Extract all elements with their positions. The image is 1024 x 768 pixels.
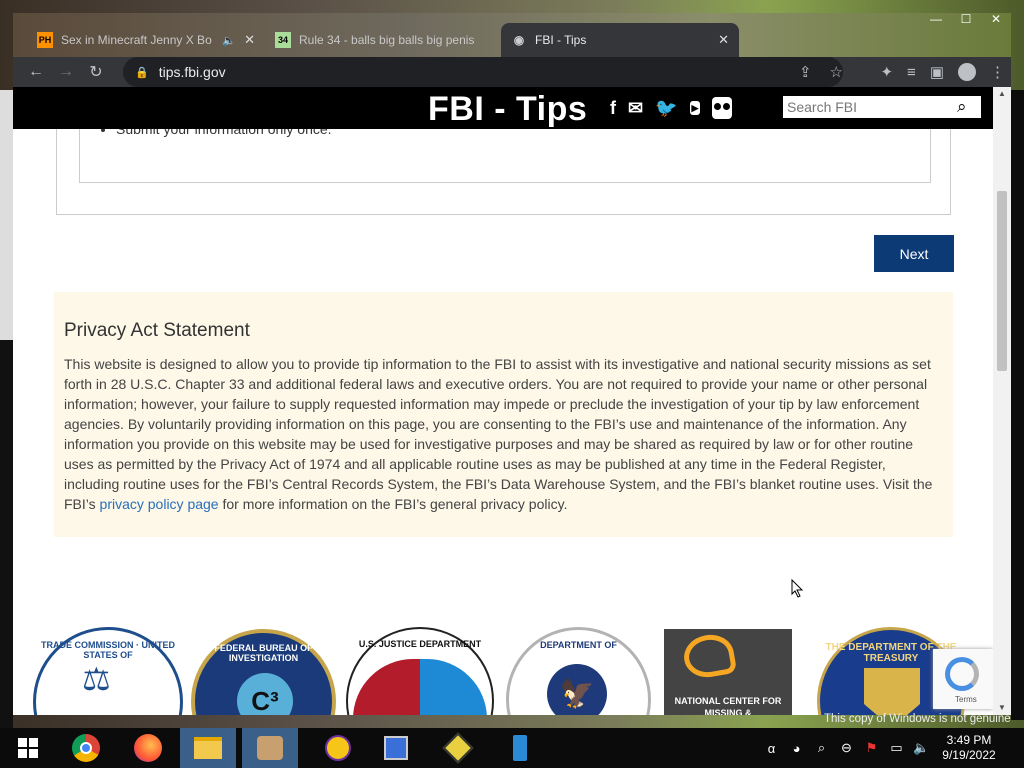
file-explorer-icon[interactable] [180,728,236,768]
extensions-puzzle-icon[interactable]: ✦ [880,63,893,81]
privacy-text: This website is designed to allow you to… [64,356,933,512]
fbi-favicon: ◉ [513,33,525,47]
network-tray-icon[interactable]: ▭ [884,740,909,756]
desktop-window-edge [1011,90,1024,720]
pornhub-favicon: PH [37,32,53,48]
search-tray-icon[interactable]: ⌕ [809,740,834,756]
recaptcha-badge[interactable]: Terms [933,649,993,709]
extensions-area: ✦ ≡ ▣ ⋮ [880,63,1005,81]
search-icon[interactable]: ⌕ [957,97,967,117]
social-links: f ✉ 🐦 ▶ [610,97,733,119]
globe-icon[interactable]: ◕ [784,741,809,756]
scroll-up-arrow[interactable]: ▲ [993,87,1011,101]
firefox-icon[interactable] [120,728,176,768]
paint-icon[interactable] [242,728,298,768]
window-controls: — ☐ ✕ [921,13,1011,27]
notification-area[interactable] [1004,728,1024,768]
address-bar[interactable]: 🔒 tips.fbi.gov [123,57,843,87]
windows-taskbar: α ◕ ⌕ ⊖ ⚑ ▭ 🔈 3:49 PM 9/19/2022 [0,728,1024,768]
phone-icon[interactable] [492,728,548,768]
site-header: FBI - Tips f ✉ 🐦 ▶ ⌕ [13,87,993,129]
minimize-icon[interactable]: — [921,13,951,27]
yahoo-messenger-icon[interactable] [310,728,366,768]
ime-icon[interactable]: α [759,741,784,756]
flickr-icon[interactable] [712,97,733,119]
profile-avatar[interactable] [958,63,976,81]
youtube-icon[interactable]: ▶ [689,101,701,115]
system-tray: α ◕ ⌕ ⊖ ⚑ ▭ 🔈 3:49 PM 9/19/2022 [759,728,1024,768]
close-tab-icon[interactable]: ✕ [244,32,255,48]
maximize-icon[interactable]: ☐ [951,13,981,27]
bookmark-star-icon[interactable]: ☆ [830,63,843,81]
share-icon[interactable]: ⇪ [799,63,812,81]
eagle-icon: 🦅 [547,664,607,715]
tab-title: FBI - Tips [535,33,587,47]
privacy-policy-link[interactable]: privacy policy page [100,496,219,512]
rule34-favicon: 34 [275,32,291,48]
chrome-icon[interactable] [58,728,114,768]
url-text: tips.fbi.gov [158,64,226,80]
privacy-act-statement: Privacy Act Statement This website is de… [54,292,953,537]
privacy-text: for more information on the FBI’s genera… [218,496,568,512]
page-scrollbar[interactable]: ▲ ▼ [993,87,1011,715]
privacy-heading: Privacy Act Statement [64,320,250,341]
clock[interactable]: 3:49 PM 9/19/2022 [934,733,1004,763]
browser-toolbar: ← → ↻ 🔒 tips.fbi.gov ⇪ ☆ ✦ ≡ ▣ ⋮ [13,57,1011,87]
clock-time: 3:49 PM [946,733,992,747]
reading-list-icon[interactable]: ≡ [907,64,916,81]
minus-icon[interactable]: ⊖ [834,740,859,756]
privacy-body: This website is designed to allow you to… [64,354,943,514]
tab-strip: PH Sex in Minecraft Jenny X Bo 🔈 ✕ 34 Ru… [13,13,1011,57]
twitter-icon[interactable]: 🐦 [655,97,677,119]
close-window-icon[interactable]: ✕ [981,13,1011,27]
heart-icon [680,630,738,682]
web-page: Submit your information only once. FBI -… [13,87,993,715]
ftc-seal[interactable]: TRADE COMMISSION · UNITED STATES OF ⚖ [33,627,183,715]
tab-title: Sex in Minecraft Jenny X Bo [61,33,212,47]
c3-logo: C³ [237,673,293,715]
side-panel-icon[interactable]: ▣ [930,63,944,81]
recaptcha-terms[interactable]: Terms [955,695,977,704]
windows-not-genuine-watermark: This copy of Windows is not genuine [824,713,1011,725]
tab-title: Rule 34 - balls big balls big penis [299,33,475,47]
menu-kebab-icon[interactable]: ⋮ [990,63,1005,81]
recaptcha-icon [945,657,979,691]
form-panel: Submit your information only once. [56,117,951,215]
ncmec-logo[interactable]: NATIONAL CENTER FOR MISSING & [664,629,792,715]
desktop-window-edge [0,90,13,340]
next-button[interactable]: Next [874,235,954,272]
dhs-seal[interactable]: DEPARTMENT OF 🦅 [506,627,651,715]
forward-icon[interactable]: → [51,63,81,81]
search-input[interactable] [783,99,949,115]
close-tab-icon[interactable]: ✕ [718,32,729,48]
lock-icon[interactable]: 🔒 [135,66,149,79]
chrome-window: PH Sex in Minecraft Jenny X Bo 🔈 ✕ 34 Ru… [13,13,1011,715]
agency-seals: TRADE COMMISSION · UNITED STATES OF ⚖ FE… [13,627,993,715]
tab-3[interactable]: ◉ FBI - Tips ✕ [501,23,739,57]
fbi-c3-seal[interactable]: FEDERAL BUREAU OF INVESTIGATION C³ [191,629,336,715]
app-icon[interactable] [430,728,486,768]
shield-icon [864,668,920,715]
doj-seal[interactable]: U.S. JUSTICE DEPARTMENT [346,627,494,715]
volume-icon[interactable]: 🔈 [909,740,934,756]
tab-1[interactable]: PH Sex in Minecraft Jenny X Bo 🔈 ✕ [27,23,265,57]
audio-icon[interactable]: 🔈 [222,34,236,47]
windows-start-icon[interactable] [0,728,56,768]
tab-2[interactable]: 34 Rule 34 - balls big balls big penis [265,23,501,57]
facebook-icon[interactable]: f [610,97,616,119]
desktop-window-edge [0,340,13,730]
omnibox-actions: ⇪ ☆ [799,63,843,81]
flag-icon[interactable]: ⚑ [859,740,884,756]
clock-date: 9/19/2022 [942,748,996,762]
back-icon[interactable]: ← [21,63,51,81]
email-icon[interactable]: ✉ [628,97,643,119]
scales-icon: ⚖ [82,661,111,697]
reload-icon[interactable]: ↻ [81,62,111,82]
site-search: ⌕ [783,96,981,118]
doj-emblem [353,659,487,715]
network-icon[interactable] [368,728,424,768]
scroll-thumb[interactable] [997,191,1007,371]
site-title[interactable]: FBI - Tips [428,90,587,129]
